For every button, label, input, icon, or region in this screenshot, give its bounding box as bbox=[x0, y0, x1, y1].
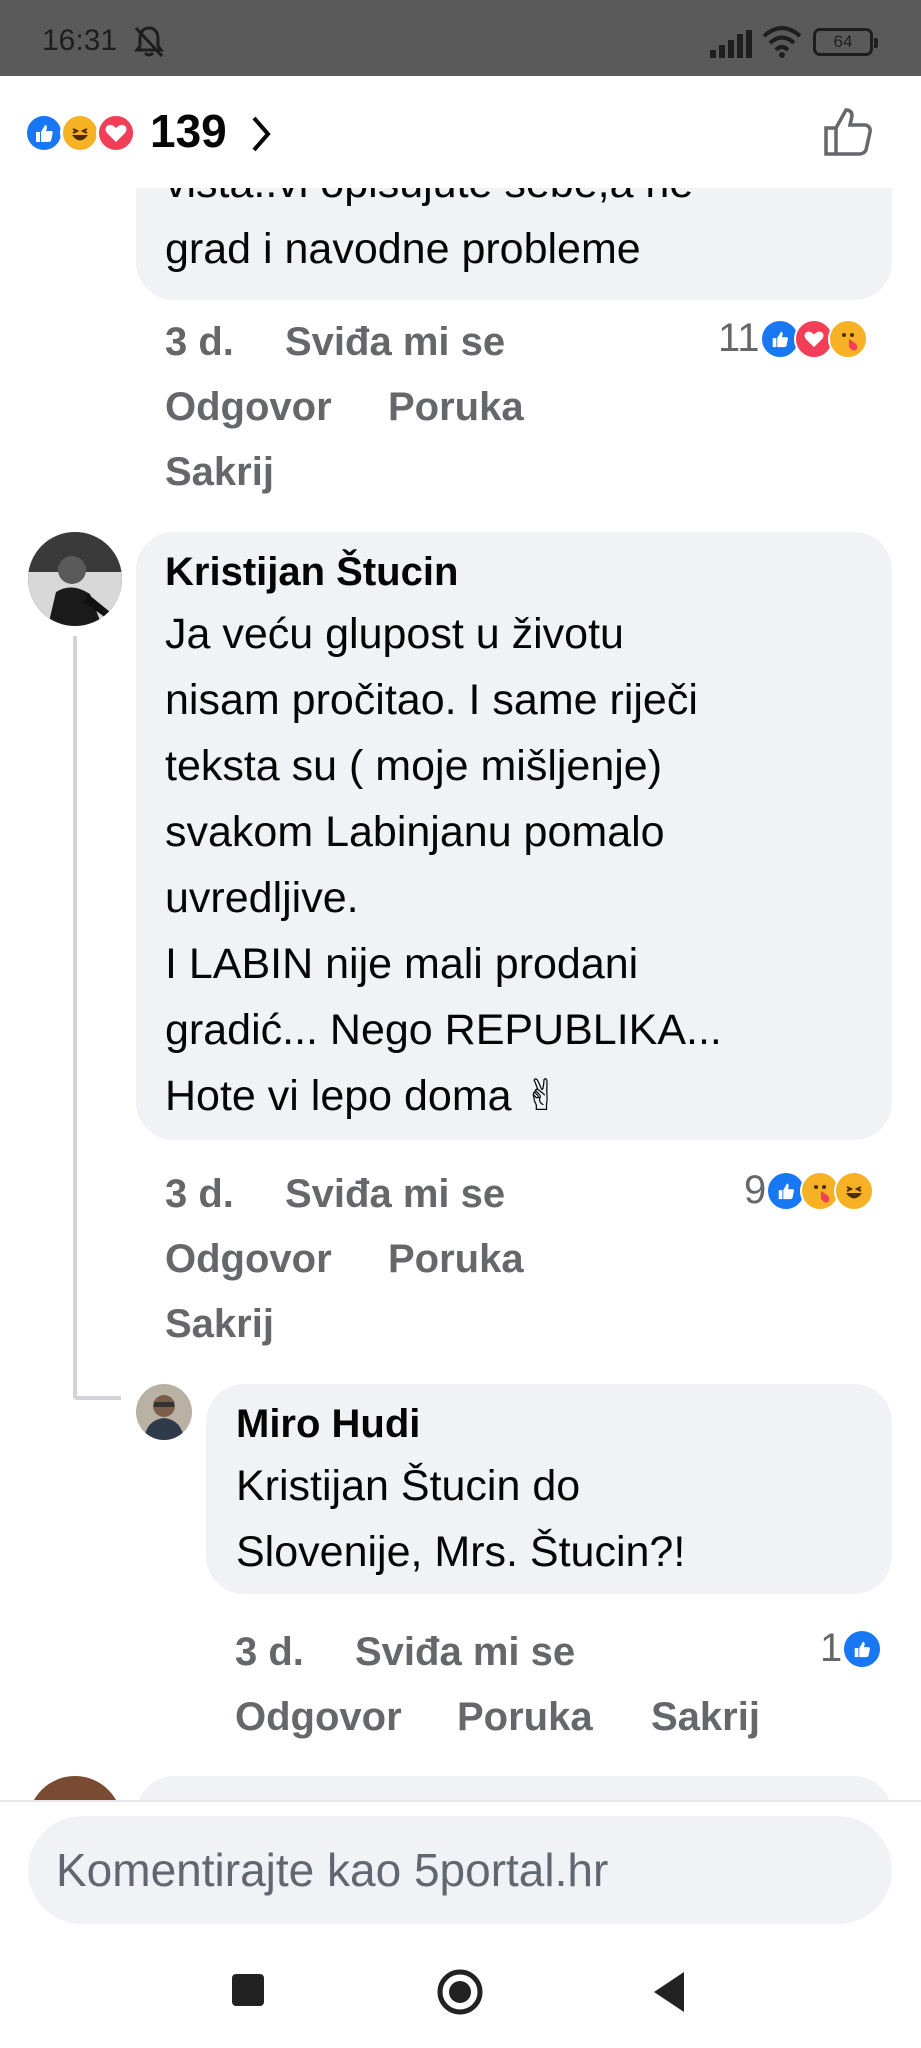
comment-time[interactable]: 3 d. bbox=[235, 1630, 304, 1675]
comment-time[interactable]: 3 d. bbox=[165, 1172, 234, 1217]
comment-author[interactable]: Kristijan Štucin bbox=[165, 550, 864, 595]
avatar[interactable] bbox=[28, 1776, 122, 1800]
comment-composer: Komentirajte kao 5portal.hr bbox=[0, 1800, 921, 1930]
status-bar: 16:31 64 bbox=[0, 0, 921, 76]
hide-button[interactable]: Sakrij bbox=[165, 450, 274, 495]
like-button[interactable]: Sviđa mi se bbox=[285, 320, 505, 365]
like-reaction-icon bbox=[24, 113, 64, 153]
comment-reaction-count: 11 bbox=[718, 316, 760, 360]
reactions-header: 139 bbox=[0, 76, 921, 188]
comment-reactions[interactable]: 11 bbox=[718, 316, 868, 361]
haha-reaction-icon bbox=[60, 113, 100, 153]
like-outline-icon[interactable] bbox=[822, 106, 874, 158]
wifi-icon bbox=[762, 26, 802, 58]
reply-bubble[interactable]: Miro Hudi Kristijan Štucin do Slovenije,… bbox=[206, 1384, 892, 1594]
notifications-muted-icon bbox=[134, 26, 164, 58]
reply-button[interactable]: Odgovor bbox=[165, 385, 332, 430]
love-reaction-icon bbox=[96, 113, 136, 153]
like-button[interactable]: Sviđa mi se bbox=[355, 1630, 575, 1675]
comment-time[interactable]: 3 d. bbox=[165, 320, 234, 365]
thread-connector bbox=[73, 1396, 121, 1400]
like-button[interactable]: Sviđa mi se bbox=[285, 1172, 505, 1217]
reaction-summary[interactable] bbox=[24, 110, 136, 156]
reply-button[interactable]: Odgovor bbox=[165, 1237, 332, 1282]
comment-bubble[interactable]: vista..vi opisujute sebe,a ne grad i nav… bbox=[136, 188, 892, 300]
thread-line bbox=[73, 636, 77, 1398]
comment-reaction-count: 9 bbox=[744, 1168, 767, 1212]
comment-text: Kristijan Štucin do Slovenije, Mrs. Štuc… bbox=[236, 1462, 686, 1576]
comment-reaction-count: 1 bbox=[820, 1626, 843, 1670]
reaction-count[interactable]: 139 bbox=[150, 104, 227, 158]
comment-reactions[interactable]: 1 bbox=[820, 1626, 883, 1671]
home-icon[interactable] bbox=[436, 1968, 484, 2016]
comments-feed[interactable]: vista..vi opisujute sebe,a ne grad i nav… bbox=[0, 188, 921, 1800]
hide-button[interactable]: Sakrij bbox=[165, 1302, 274, 1347]
chevron-right-icon[interactable] bbox=[248, 114, 274, 154]
message-button[interactable]: Poruka bbox=[457, 1695, 593, 1740]
comment-bubble[interactable]: Kristijan Štucin Ja veću glupost u život… bbox=[136, 532, 892, 1140]
back-icon[interactable] bbox=[650, 1970, 688, 2014]
haha-reaction-icon bbox=[834, 1170, 875, 1211]
message-button[interactable]: Poruka bbox=[388, 1237, 524, 1282]
hide-button[interactable]: Sakrij bbox=[651, 1695, 760, 1740]
avatar[interactable] bbox=[136, 1384, 192, 1440]
comment-text: vista..vi opisujute sebe,a ne grad i nav… bbox=[165, 188, 693, 273]
like-reaction-icon bbox=[842, 1628, 883, 1669]
care-reaction-icon bbox=[827, 318, 868, 359]
status-time: 16:31 bbox=[42, 24, 118, 57]
comment-input[interactable]: Komentirajte kao 5portal.hr bbox=[28, 1816, 892, 1924]
avatar[interactable] bbox=[28, 532, 122, 626]
reply-button[interactable]: Odgovor bbox=[235, 1695, 402, 1740]
battery-icon: 64 bbox=[813, 28, 878, 56]
message-button[interactable]: Poruka bbox=[388, 385, 524, 430]
cell-signal-icon bbox=[710, 30, 752, 58]
recents-icon[interactable] bbox=[230, 1972, 266, 2008]
comment-bubble[interactable] bbox=[136, 1776, 892, 1800]
comment-text: Ja veću glupost u životu nisam pročitao.… bbox=[165, 610, 722, 1120]
battery-level: 64 bbox=[833, 32, 853, 51]
system-navigation-bar bbox=[0, 1930, 921, 2048]
comment-author[interactable]: Miro Hudi bbox=[236, 1402, 864, 1447]
comment-reactions[interactable]: 9 bbox=[744, 1168, 875, 1213]
